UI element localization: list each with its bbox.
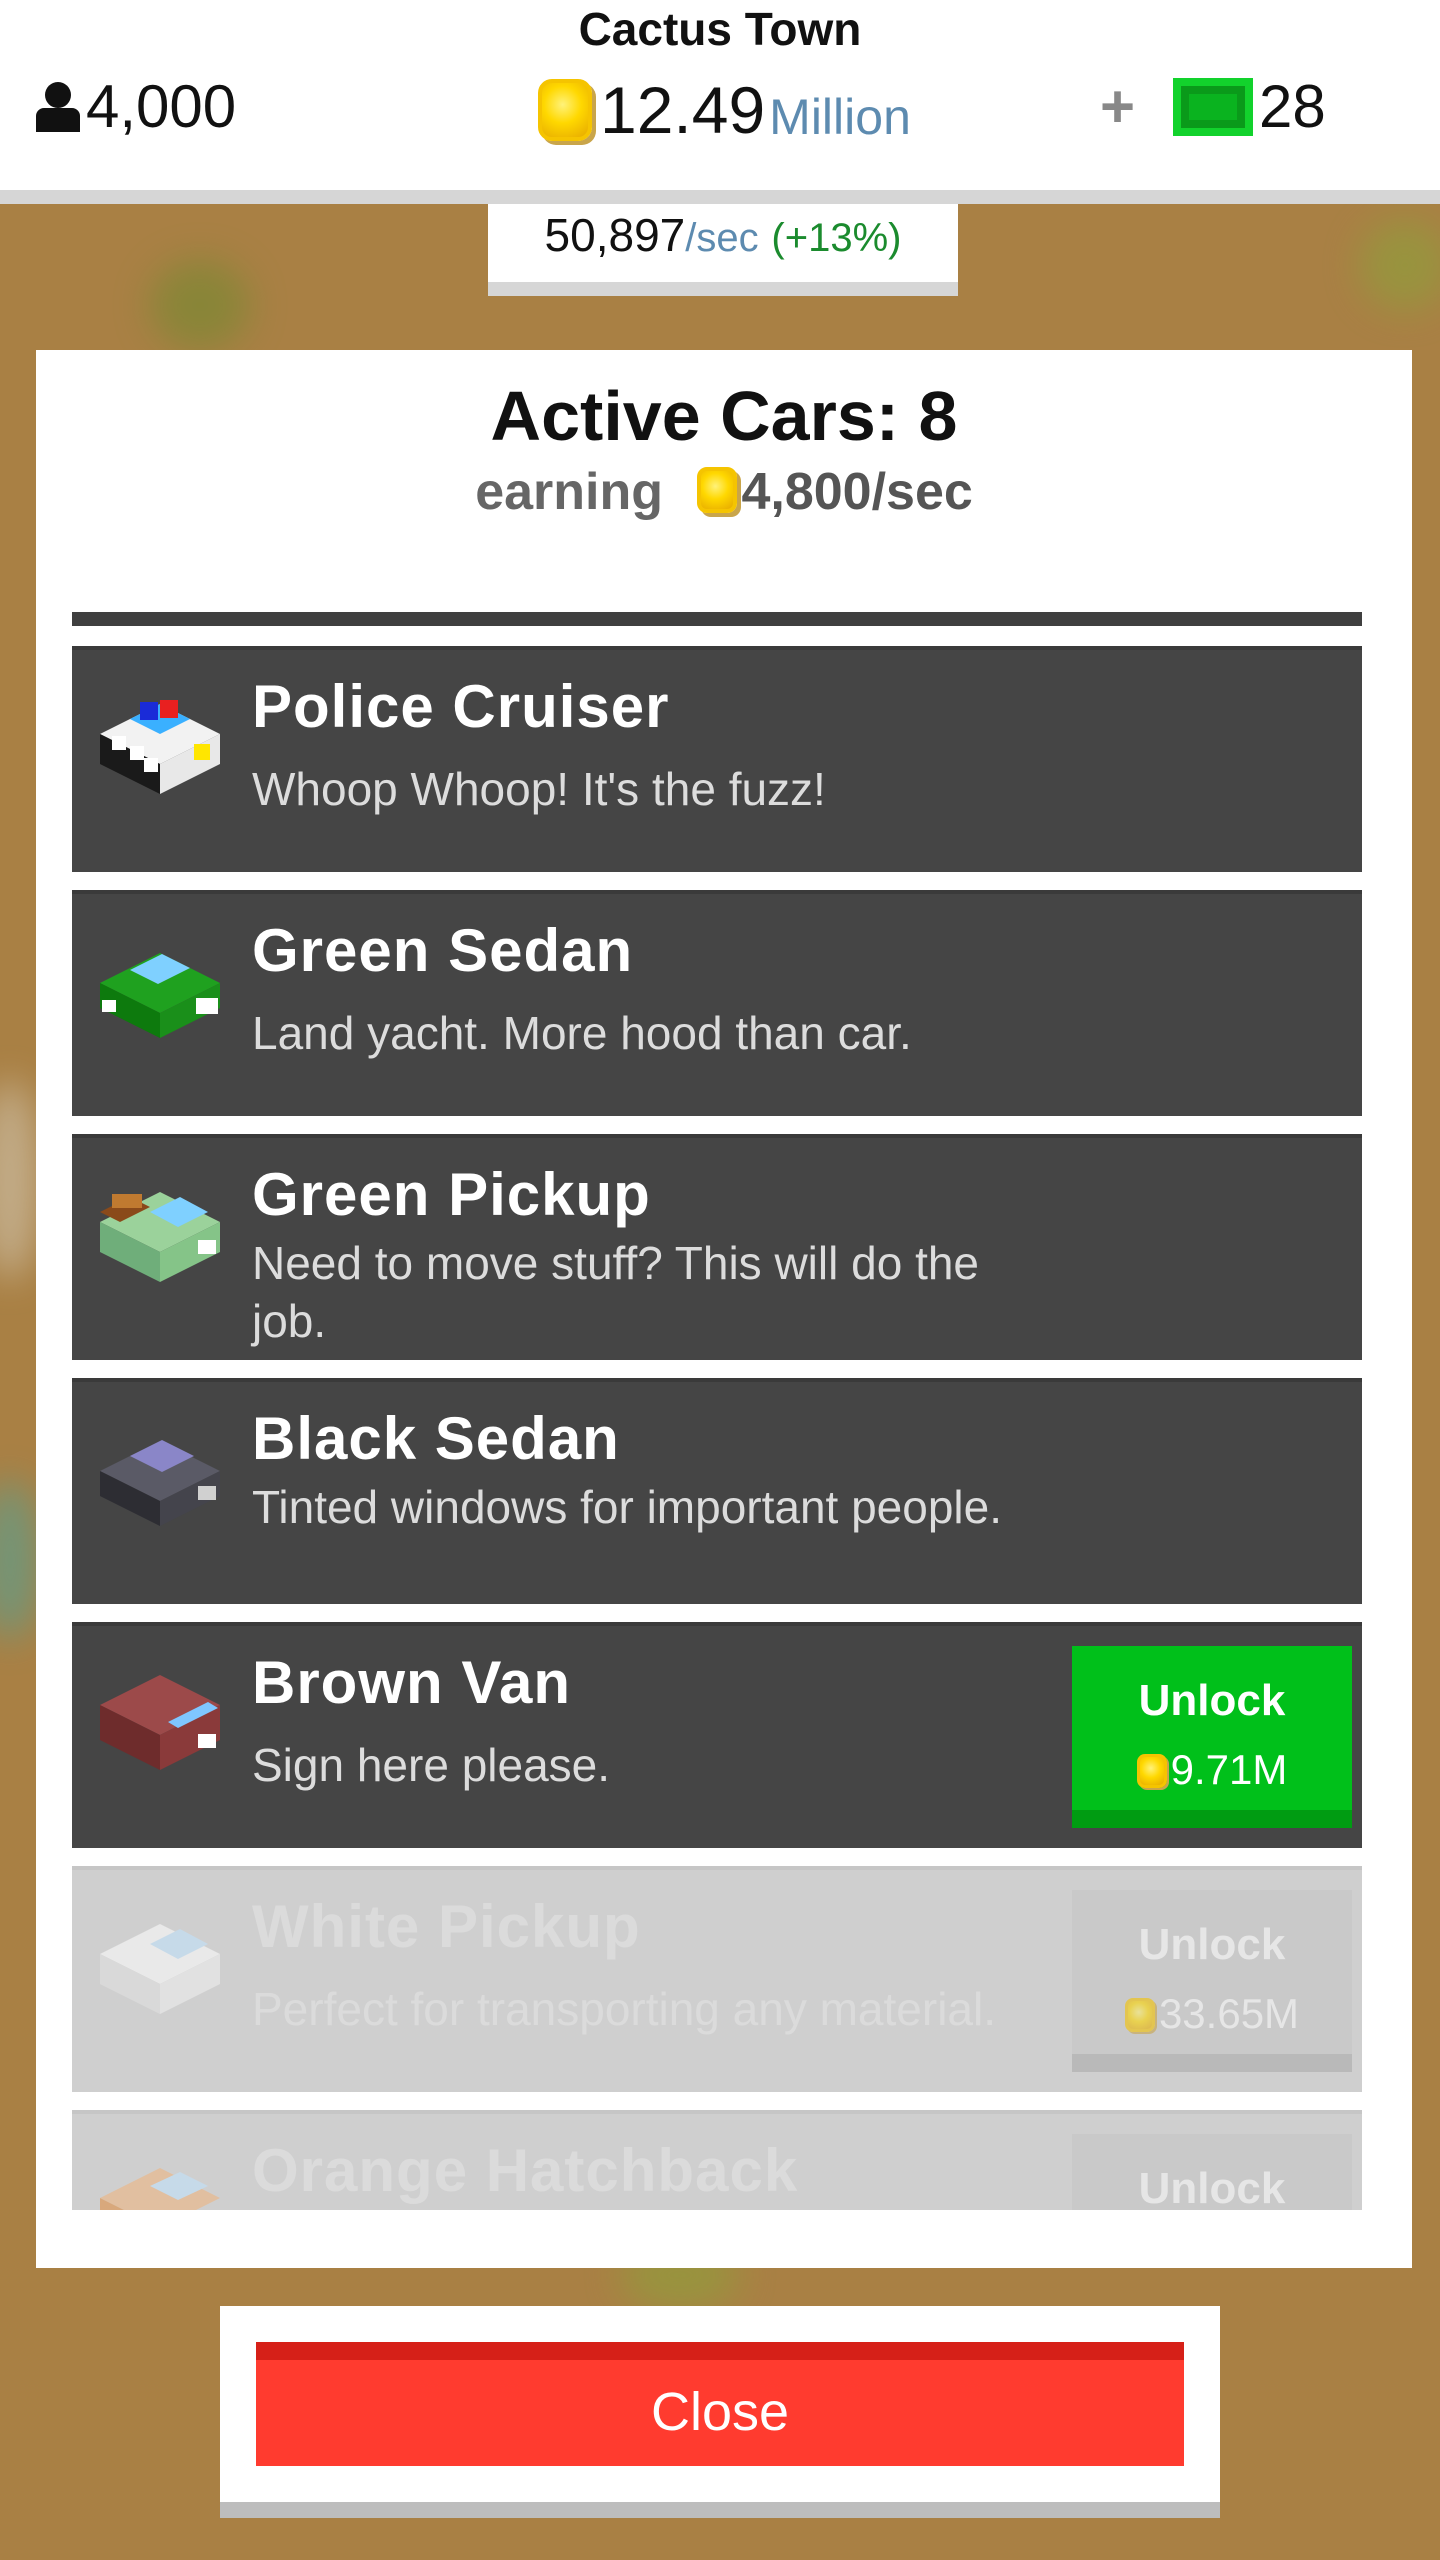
green-sedan-icon (100, 953, 220, 1038)
earning-value: 4,800/sec (741, 463, 973, 521)
car-name: Orange Hatchback (252, 2137, 799, 2204)
close-button[interactable]: Close (256, 2342, 1184, 2466)
car-row-green-pickup[interactable]: Green Pickup Need to move stuff? This wi… (72, 1134, 1362, 1360)
unlock-brown-van-button[interactable]: Unlock 9.71M (1072, 1646, 1352, 1828)
earning-line: earning 4,800/sec (36, 462, 1412, 522)
car-name: Black Sedan (252, 1405, 620, 1472)
car-row-green-sedan[interactable]: Green Sedan Land yacht. More hood than c… (72, 890, 1362, 1116)
brown-van-icon (100, 1675, 220, 1770)
unlock-white-pickup-button: Unlock 33.65M (1072, 1890, 1352, 2072)
population-stat: 4,000 (36, 72, 236, 141)
black-sedan-icon (100, 1440, 220, 1526)
rate-value: 50,897 (544, 209, 686, 261)
car-row-police-cruiser[interactable]: Police Cruiser Whoop Whoop! It's the fuz… (72, 646, 1362, 872)
car-description: Perfect for transporting any material. (252, 1983, 996, 2035)
cash-icon (1173, 77, 1254, 136)
list-top-divider (72, 612, 1362, 626)
car-description: Tinted windows for important people. (252, 1481, 1003, 1533)
unlock-label: Unlock (1138, 1920, 1286, 1969)
rate-bonus: (+13%) (771, 216, 902, 260)
background-grass-blob (0, 1080, 40, 1280)
unlock-orange-hatchback-button: Unlock (1072, 2134, 1352, 2210)
car-name: White Pickup (252, 1893, 641, 1960)
car-description: Whoop Whoop! It's the fuzz! (252, 763, 826, 815)
car-name: Green Pickup (252, 1161, 651, 1228)
car-description: Sign here please. (252, 1739, 611, 1791)
top-status-bar: Cactus Town 4,000 12.49 Million + 28 (0, 0, 1440, 204)
car-name: Brown Van (252, 1649, 572, 1716)
background-grass-blob (150, 260, 250, 350)
unlock-price: 33.65M (1072, 1990, 1352, 2038)
green-pickup-icon (100, 1192, 220, 1282)
panel-title: Active Cars: 8 (490, 377, 958, 455)
population-value: 4,000 (86, 73, 237, 140)
orange-hatchback-icon (100, 2168, 220, 2210)
police-cruiser-icon (100, 700, 220, 794)
background-grass-blob (1360, 220, 1440, 310)
rate-unit: /sec (685, 216, 759, 260)
earning-label: earning (475, 463, 664, 521)
car-description: Land yacht. More hood than car. (252, 1007, 912, 1059)
money-value: 12.49 (600, 73, 766, 147)
coin-icon (1124, 1998, 1155, 2032)
income-rate-tab: 50,897/sec (+13%) (488, 204, 958, 296)
coin-icon (1136, 1754, 1167, 1788)
cash-value: 28 (1259, 73, 1326, 140)
background-grass-blob (0, 1480, 40, 1640)
cash-stat[interactable]: + 28 (1100, 72, 1326, 141)
car-list[interactable]: Police Cruiser Whoop Whoop! It's the fuz… (72, 612, 1362, 2210)
money-stat: 12.49 Million (538, 72, 911, 148)
car-row-orange-hatchback: Orange Hatchback Unlock (72, 2110, 1362, 2210)
car-name: Green Sedan (252, 917, 634, 984)
car-row-brown-van[interactable]: Brown Van Sign here please. Unlock 9.71M (72, 1622, 1362, 1848)
coin-icon (538, 79, 592, 141)
close-button-container: Close (220, 2306, 1220, 2518)
unlock-label: Unlock (1138, 2164, 1286, 2210)
car-row-white-pickup: White Pickup Perfect for transporting an… (72, 1866, 1362, 2092)
car-name: Police Cruiser (252, 673, 670, 740)
unlock-label: Unlock (1138, 1676, 1286, 1725)
white-pickup-icon (100, 1924, 220, 2014)
money-unit: Million (769, 89, 911, 145)
person-icon (36, 81, 80, 132)
car-description: Need to move stuff? This will do the job… (252, 1237, 980, 1347)
active-cars-panel: Active Cars: 8 earning 4,800/sec Police … (36, 350, 1412, 2268)
add-cash-button[interactable]: + (1100, 72, 1135, 141)
car-row-black-sedan[interactable]: Black Sedan Tinted windows for important… (72, 1378, 1362, 1604)
unlock-price: 9.71M (1072, 1746, 1352, 1794)
town-name: Cactus Town (578, 3, 862, 55)
coin-icon (697, 467, 738, 513)
